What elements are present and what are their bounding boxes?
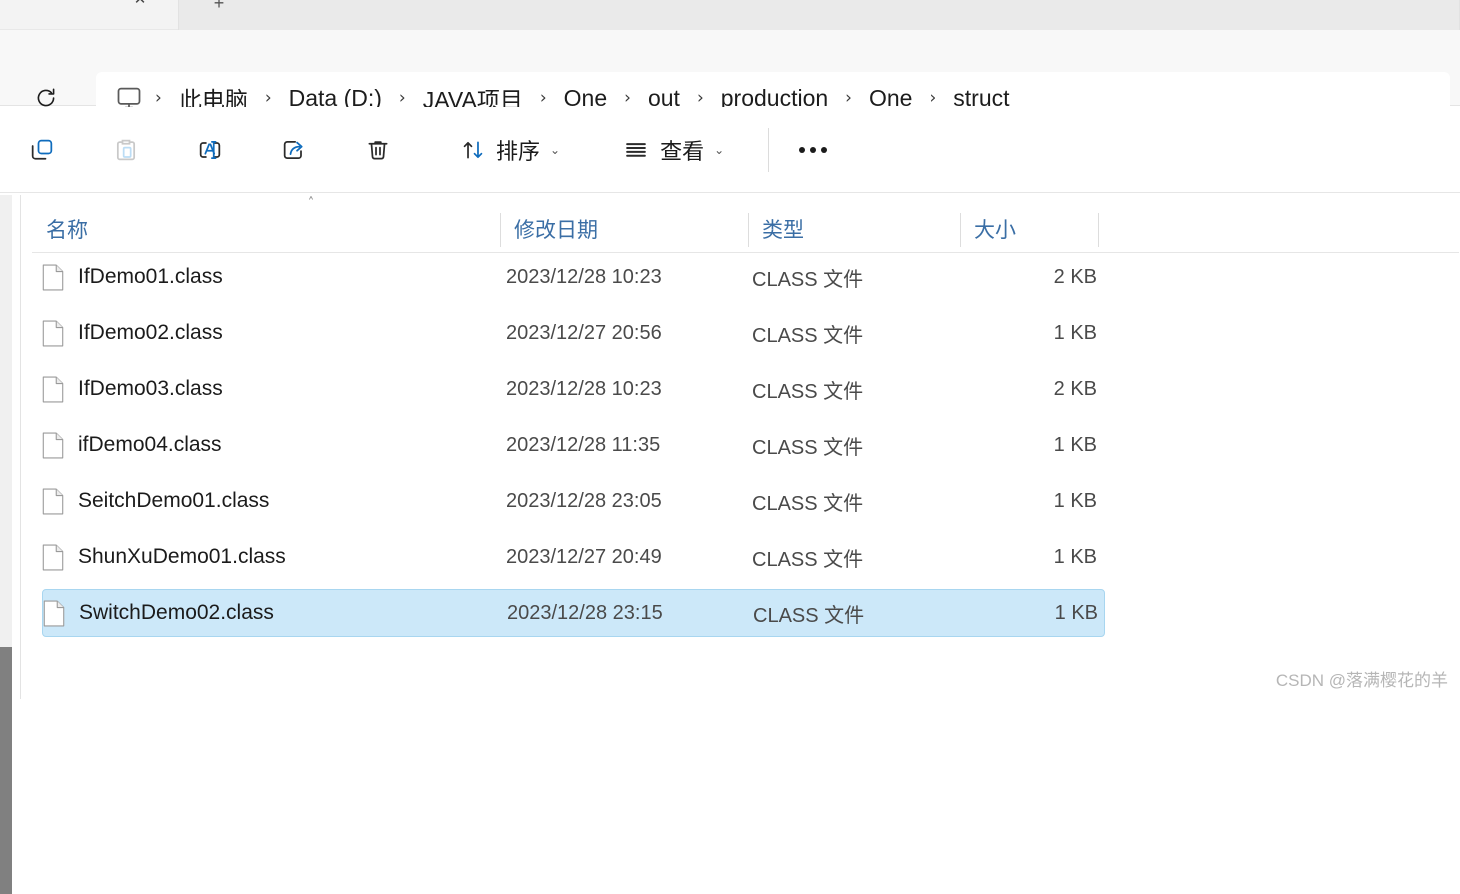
view-button[interactable]: 查看 ⌄ — [610, 127, 736, 173]
delete-icon — [364, 136, 392, 164]
file-icon — [42, 488, 64, 515]
address-bar: › 此电脑 › Data (D:) › JAVA项目 › One › out ›… — [0, 30, 1460, 106]
file-name-label: IfDemo01.class — [78, 265, 223, 289]
column-header-date-modified[interactable]: 修改日期 — [500, 205, 748, 253]
file-size-cell: 2 KB — [962, 266, 1097, 289]
table-row[interactable]: ShunXuDemo01.class 2023/12/27 20:49 CLASS … — [42, 533, 1105, 581]
breadcrumb-separator: › — [922, 88, 943, 108]
breadcrumb-separator: › — [258, 88, 279, 108]
table-row[interactable]: ifDemo04.class 2023/12/28 11:35 CLASS 文件 1 … — [42, 421, 1105, 469]
file-size-cell: 2 KB — [962, 378, 1097, 401]
breadcrumb-separator: › — [690, 88, 711, 108]
file-icon — [42, 544, 64, 571]
rename-button[interactable] — [188, 128, 232, 172]
file-size-cell: 1 KB — [962, 490, 1097, 513]
file-name-cell[interactable]: IfDemo01.class — [42, 264, 223, 291]
table-row[interactable]: IfDemo01.class 2023/12/28 10:23 CLASS 文件 2 … — [42, 253, 1105, 301]
table-row[interactable]: IfDemo02.class 2023/12/27 20:56 CLASS 文件 1 … — [42, 309, 1105, 357]
table-row[interactable]: IfDemo03.class 2023/12/28 10:23 CLASS 文件 2 … — [42, 365, 1105, 413]
ellipsis-icon — [799, 147, 805, 153]
file-type-cell: CLASS 文件 — [752, 487, 863, 516]
view-list-icon — [622, 136, 650, 164]
tab-strip: ✕ + — [0, 0, 1460, 30]
file-date-cell: 2023/12/28 23:15 — [507, 602, 663, 625]
file-name-label: IfDemo03.class — [78, 377, 223, 401]
column-header-name[interactable]: 名称 — [32, 205, 500, 253]
file-icon — [42, 264, 64, 291]
sort-arrows-icon — [460, 137, 486, 163]
file-type-cell: CLASS 文件 — [752, 319, 863, 348]
file-date-cell: 2023/12/28 11:35 — [506, 434, 660, 457]
file-size-cell: 1 KB — [962, 322, 1097, 345]
file-type-cell: CLASS 文件 — [753, 599, 864, 628]
column-header-size[interactable]: 大小 — [960, 205, 1098, 253]
breadcrumb-separator: › — [392, 88, 413, 108]
new-tab-button[interactable]: + — [204, 0, 234, 18]
file-name-label: ShunXuDemo01.class — [78, 545, 286, 569]
sort-button[interactable]: 排序 ⌄ — [448, 127, 572, 173]
copy-button[interactable] — [20, 128, 64, 172]
breadcrumb-separator: › — [533, 88, 554, 108]
vertical-scrollbar-track[interactable] — [0, 195, 12, 699]
list-left-border — [20, 195, 21, 699]
file-size-cell: 1 KB — [962, 546, 1097, 569]
paste-icon — [112, 136, 140, 164]
close-icon[interactable]: ✕ — [126, 0, 154, 14]
file-name-cell[interactable]: IfDemo03.class — [42, 376, 223, 403]
ellipsis-icon — [810, 147, 816, 153]
breadcrumb-separator: › — [617, 88, 638, 108]
column-header-row: ˄ 名称 修改日期 类型 大小 — [32, 205, 1459, 253]
file-date-cell: 2023/12/28 10:23 — [506, 378, 662, 401]
share-icon — [280, 136, 308, 164]
breadcrumb-separator: › — [148, 88, 169, 108]
browser-tab-active[interactable] — [178, 0, 1460, 30]
column-divider[interactable] — [1098, 213, 1099, 247]
file-icon — [42, 376, 64, 403]
column-header-type[interactable]: 类型 — [748, 205, 960, 253]
file-name-cell[interactable]: IfDemo02.class — [42, 320, 223, 347]
file-name-label: SeitchDemo01.class — [78, 489, 269, 513]
file-type-cell: CLASS 文件 — [752, 375, 863, 404]
file-size-cell: 1 KB — [963, 602, 1098, 625]
sort-label: 排序 — [496, 134, 540, 166]
file-type-cell: CLASS 文件 — [752, 431, 863, 460]
delete-button[interactable] — [356, 128, 400, 172]
file-date-cell: 2023/12/27 20:49 — [506, 546, 662, 569]
file-list[interactable]: IfDemo01.class 2023/12/28 10:23 CLASS 文件 2 … — [32, 253, 1459, 699]
file-name-cell[interactable]: ifDemo04.class — [42, 432, 222, 459]
file-name-label: SwitchDemo02.class — [79, 601, 274, 625]
more-options-button[interactable] — [787, 128, 839, 172]
command-toolbar: 排序 ⌄ 查看 ⌄ — [0, 107, 1460, 193]
rename-icon — [196, 136, 224, 164]
file-name-label: IfDemo02.class — [78, 321, 223, 345]
table-row[interactable]: SeitchDemo01.class 2023/12/28 23:05 CLASS … — [42, 477, 1105, 525]
file-icon — [42, 320, 64, 347]
file-name-label: ifDemo04.class — [78, 433, 222, 457]
file-date-cell: 2023/12/27 20:56 — [506, 322, 662, 345]
breadcrumb-separator: › — [838, 88, 859, 108]
file-date-cell: 2023/12/28 23:05 — [506, 490, 662, 513]
share-button[interactable] — [272, 128, 316, 172]
chevron-down-icon: ⌄ — [714, 143, 724, 157]
file-size-cell: 1 KB — [962, 434, 1097, 457]
file-type-cell: CLASS 文件 — [752, 543, 863, 572]
vertical-scrollbar-thumb[interactable] — [0, 647, 12, 894]
file-type-cell: CLASS 文件 — [752, 263, 863, 292]
view-label: 查看 — [660, 134, 704, 166]
toolbar-divider — [768, 128, 769, 172]
file-icon — [43, 600, 65, 627]
paste-button[interactable] — [104, 128, 148, 172]
file-icon — [42, 432, 64, 459]
ellipsis-icon — [821, 147, 827, 153]
file-name-cell[interactable]: SwitchDemo02.class — [43, 600, 274, 627]
file-name-cell[interactable]: SeitchDemo01.class — [42, 488, 269, 515]
watermark: CSDN @落满樱花的羊 — [1276, 666, 1448, 691]
copy-icon — [28, 136, 56, 164]
file-date-cell: 2023/12/28 10:23 — [506, 266, 662, 289]
file-name-cell[interactable]: ShunXuDemo01.class — [42, 544, 286, 571]
table-row[interactable]: SwitchDemo02.class 2023/12/28 23:15 CLASS … — [42, 589, 1105, 637]
chevron-down-icon: ⌄ — [550, 143, 560, 157]
